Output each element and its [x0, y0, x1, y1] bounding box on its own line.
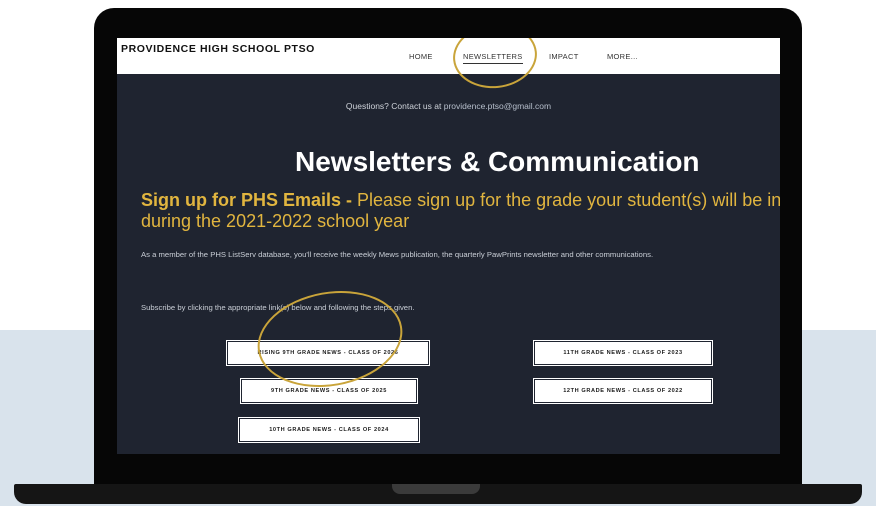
signup-heading-bold: Sign up for PHS Emails - — [141, 190, 353, 210]
site-navbar: PROVIDENCE HIGH SCHOOL PTSO HOME NEWSLET… — [117, 38, 780, 74]
subscribe-paragraph: Subscribe by clicking the appropriate li… — [141, 303, 415, 312]
nav-impact[interactable]: IMPACT — [549, 52, 579, 61]
signup-heading: Sign up for PHS Emails - Please sign up … — [141, 190, 780, 232]
laptop-screen: PROVIDENCE HIGH SCHOOL PTSO HOME NEWSLET… — [117, 38, 780, 454]
10th-grade-news-button[interactable]: 10TH GRADE NEWS - CLASS OF 2024 — [239, 418, 419, 442]
11th-grade-news-button[interactable]: 11TH GRADE NEWS - CLASS OF 2023 — [534, 341, 712, 365]
nav-home[interactable]: HOME — [409, 52, 433, 61]
contact-email-link[interactable]: providence.ptso@gmail.com — [444, 101, 551, 111]
laptop-notch — [392, 484, 480, 494]
listserv-paragraph: As a member of the PHS ListServ database… — [141, 250, 654, 259]
page-title: Newsletters & Communication — [295, 146, 700, 177]
newsletters-highlight-circle — [449, 38, 541, 93]
contact-prefix: Questions? Contact us at — [345, 101, 444, 111]
12th-grade-news-button[interactable]: 12TH GRADE NEWS - CLASS OF 2022 — [534, 379, 712, 403]
contact-line: Questions? Contact us at providence.ptso… — [117, 101, 780, 111]
nav-more[interactable]: MORE... — [607, 52, 638, 61]
site-brand[interactable]: PROVIDENCE HIGH SCHOOL PTSO — [121, 44, 321, 55]
